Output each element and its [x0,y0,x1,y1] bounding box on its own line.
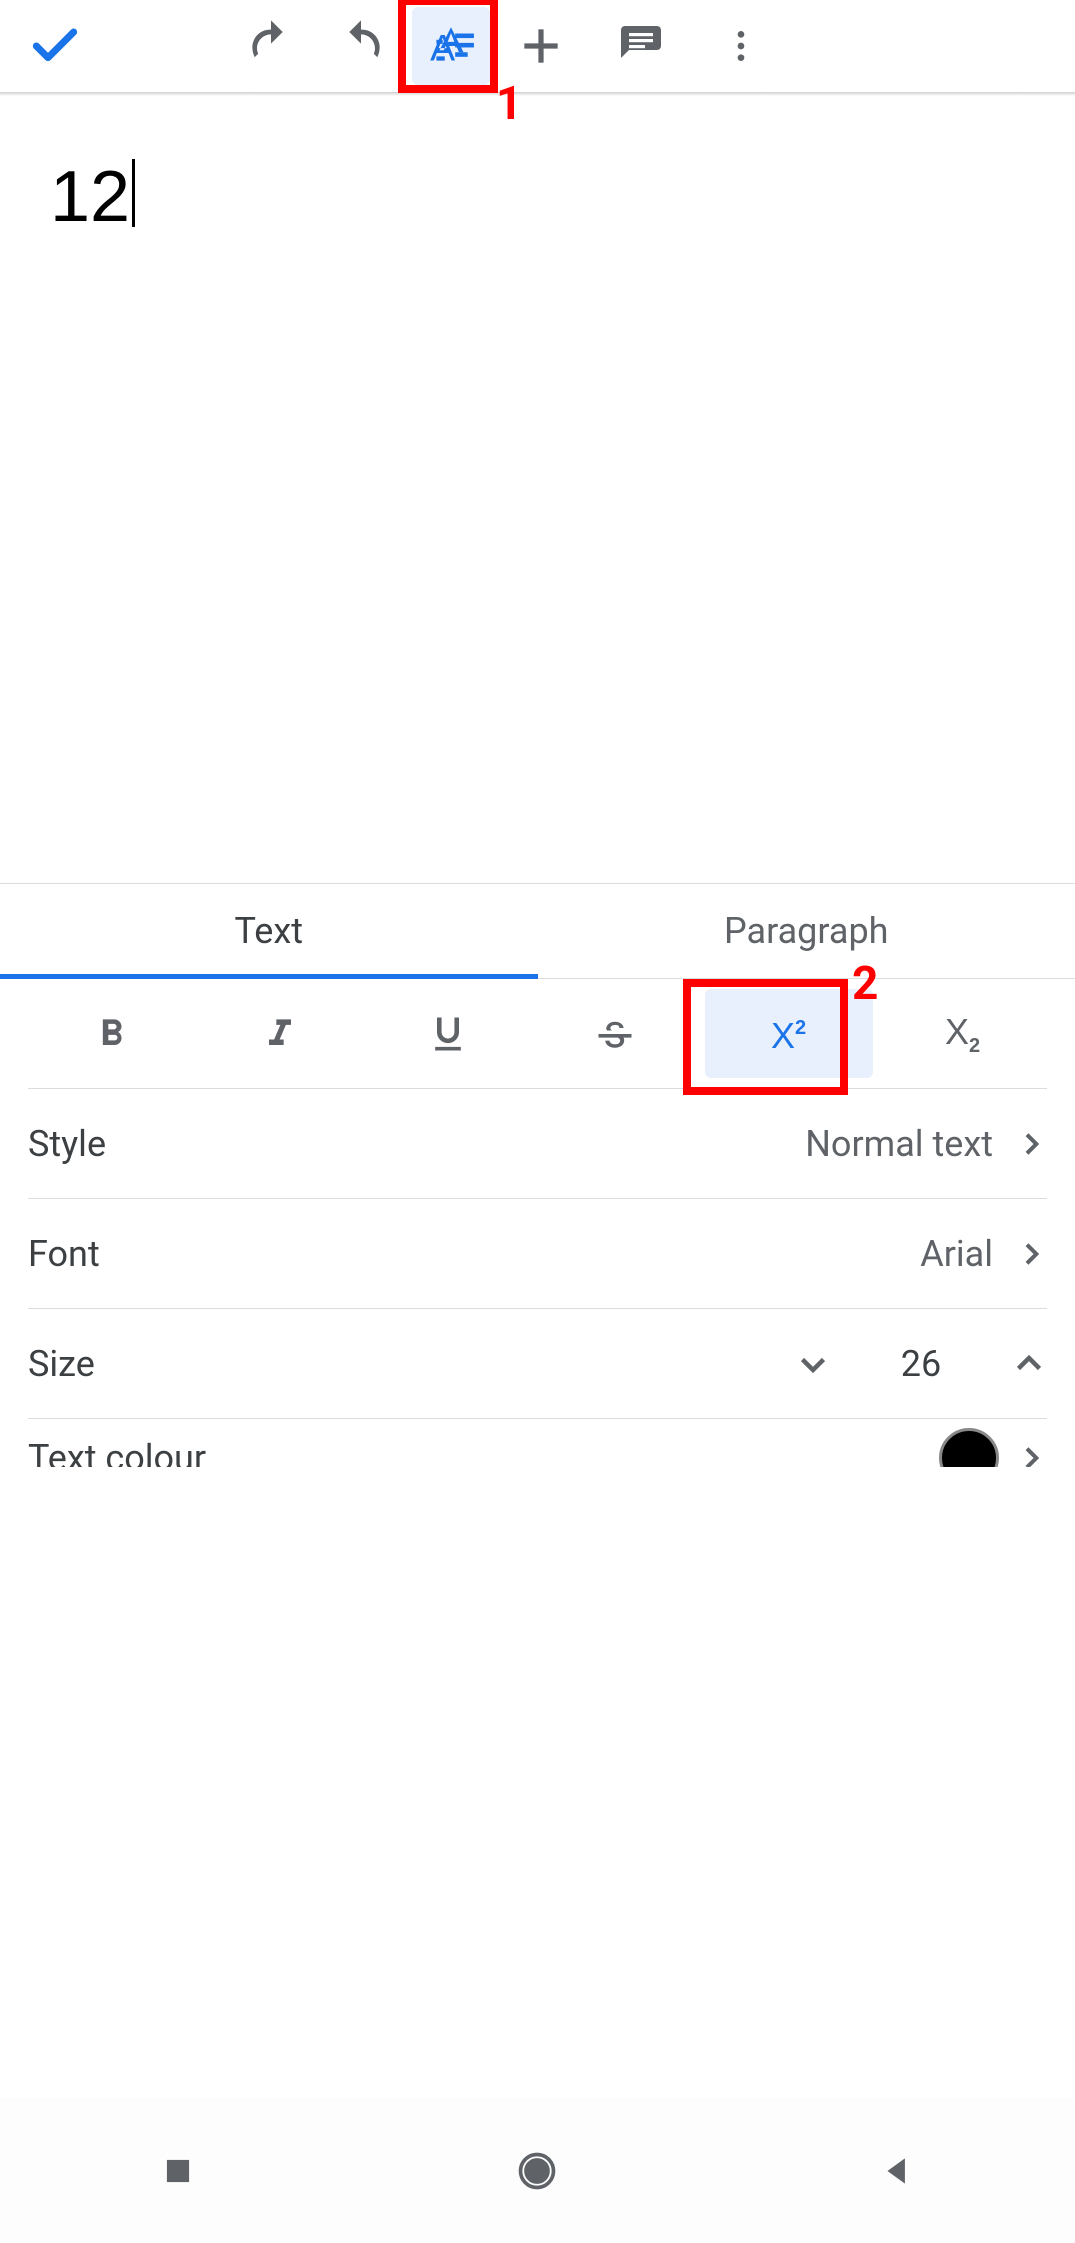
subscript-button[interactable]: X2 [879,979,1047,1088]
comment-button[interactable] [596,1,686,91]
underline-button[interactable] [364,979,532,1088]
overview-button[interactable] [159,2152,197,2190]
size-row: Size 26 [28,1309,1047,1419]
style-label: Style [28,1123,805,1165]
superscript-button[interactable]: X2 [705,989,873,1078]
style-value: Normal text [805,1123,1005,1165]
style-row[interactable]: Style Normal text [28,1089,1047,1199]
size-value: 26 [851,1343,991,1385]
font-value: Arial [920,1233,1005,1275]
text-format-button[interactable]: A [412,7,490,85]
text-style-row: X2 X2 [28,979,1047,1089]
tab-paragraph[interactable]: Paragraph [538,884,1075,978]
redo-button[interactable] [316,1,406,91]
svg-text:2: 2 [969,1035,980,1057]
chevron-right-icon [1005,1238,1047,1270]
document-text: 12 [50,157,130,237]
done-button[interactable] [10,1,100,91]
font-label: Font [28,1233,920,1275]
more-options-button[interactable] [696,1,786,91]
back-button[interactable] [878,2152,916,2190]
chevron-right-icon [1005,1442,1047,1467]
document-canvas[interactable]: 12 [0,96,1075,884]
size-label: Size [28,1343,775,1385]
bold-button[interactable] [28,979,196,1088]
svg-text:A: A [430,27,455,69]
text-colour-label: Text colour [28,1437,939,1467]
font-row[interactable]: Font Arial [28,1199,1047,1309]
text-colour-row[interactable]: Text colour [28,1419,1047,1467]
text-cursor [132,159,135,227]
home-button[interactable] [515,2149,559,2193]
chevron-right-icon [1005,1128,1047,1160]
strikethrough-button[interactable] [531,979,699,1088]
tab-text[interactable]: Text [0,884,538,978]
annotation-label-2: 2 [852,957,878,1011]
svg-text:X: X [771,1015,795,1056]
app-toolbar: A 1 [0,0,1075,92]
italic-button[interactable] [196,979,364,1088]
format-tabs: Text Paragraph [0,884,1075,979]
svg-text:2: 2 [795,1017,806,1039]
undo-button[interactable] [226,1,316,91]
svg-text:X: X [945,1011,969,1052]
text-colour-swatch [939,1428,999,1467]
size-increase-button[interactable] [991,1346,1047,1382]
size-decrease-button[interactable] [775,1346,851,1382]
system-navigation-bar [0,2098,1075,2243]
